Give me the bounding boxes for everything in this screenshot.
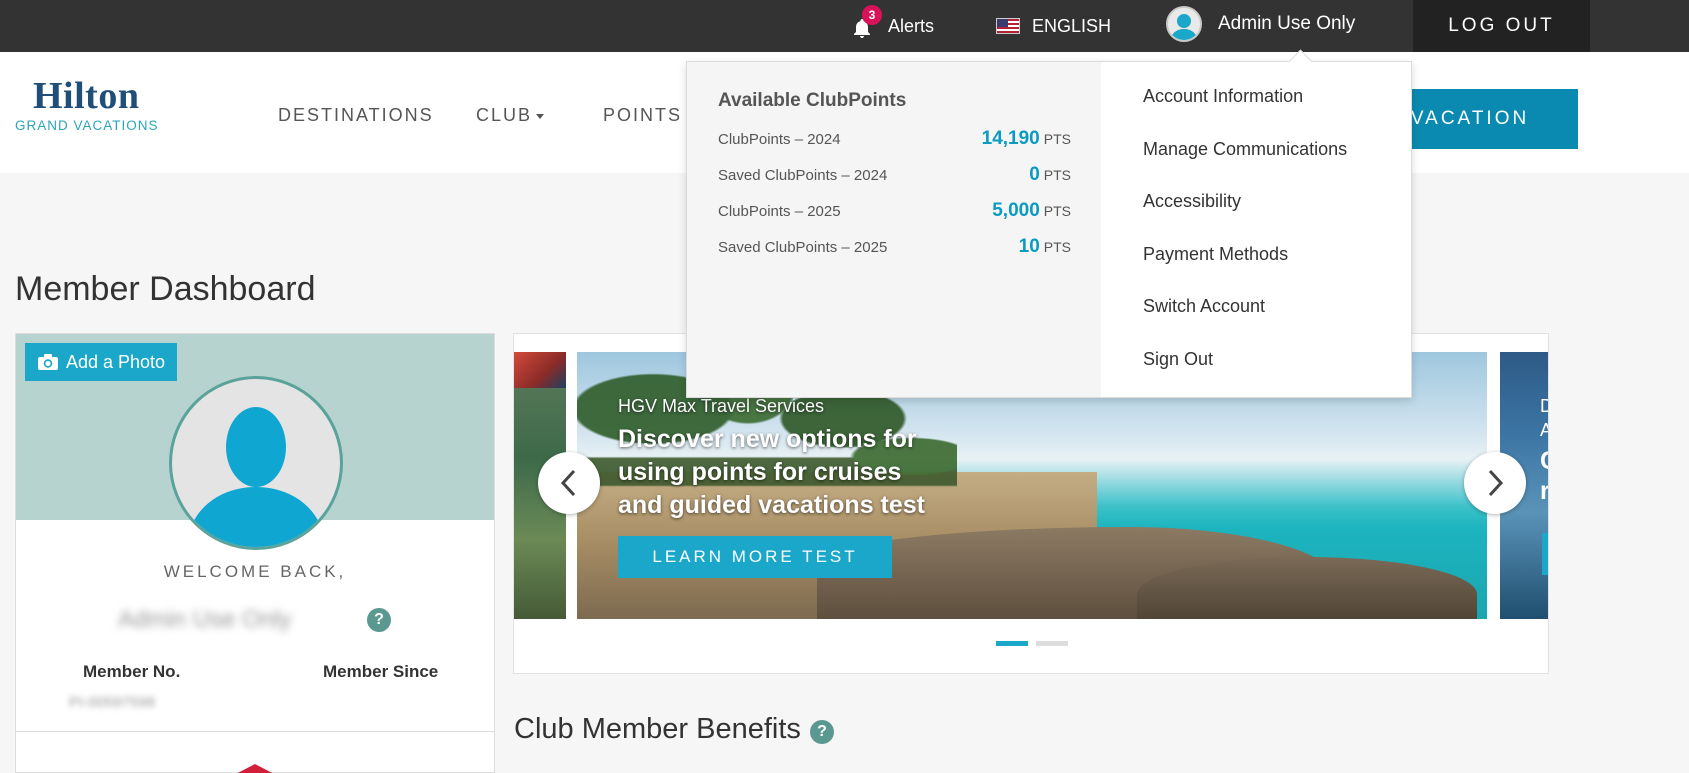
- chevron-right-icon: [1488, 469, 1504, 497]
- person-silhouette-icon: [186, 407, 326, 547]
- member-no-value: PI-00597598: [69, 694, 155, 711]
- learn-more-button[interactable]: LEARN MORE TEST: [618, 536, 892, 578]
- hilton-grand-vacations-logo[interactable]: Hilton GRAND VACATIONS: [15, 75, 159, 133]
- slide-text: HGV Max Travel Services Discover new opt…: [618, 396, 948, 522]
- points-row: Saved ClubPoints – 2024 0 PTS: [718, 164, 1071, 186]
- points-unit: PTS: [1043, 203, 1071, 219]
- user-avatar-icon: [1166, 6, 1202, 42]
- menu-manage-communications[interactable]: Manage Communications: [1143, 139, 1347, 160]
- menu-account-information[interactable]: Account Information: [1143, 86, 1303, 107]
- alerts-count-badge: 3: [862, 5, 882, 25]
- carousel-dot-1[interactable]: [996, 641, 1028, 646]
- points-row: ClubPoints – 2024 14,190 PTS: [718, 128, 1071, 150]
- points-unit: PTS: [1043, 167, 1071, 183]
- benefits-title-text: Club Member Benefits: [514, 713, 801, 745]
- menu-sign-out[interactable]: Sign Out: [1143, 349, 1213, 370]
- alerts-label: Alerts: [888, 15, 935, 36]
- carousel-dots: [996, 641, 1068, 646]
- page-title: Member Dashboard: [15, 270, 316, 308]
- logout-button[interactable]: LOG OUT: [1413, 0, 1590, 52]
- profile-card: Add a Photo WELCOME BACK, Admin Use Only…: [15, 333, 495, 773]
- member-no-label: Member No.: [83, 662, 181, 681]
- points-value: 14,190: [981, 128, 1040, 149]
- logo-main-text: Hilton: [33, 75, 140, 117]
- points-value: 0: [1029, 164, 1040, 185]
- points-unit: PTS: [1043, 239, 1071, 255]
- account-dropdown: Available ClubPoints ClubPoints – 2024 1…: [686, 61, 1412, 398]
- carousel-next-button[interactable]: [1464, 452, 1526, 514]
- points-value: 5,000: [992, 200, 1040, 221]
- nav-points[interactable]: POINTS I: [603, 105, 696, 126]
- us-flag-icon: [996, 18, 1020, 34]
- slide-kicker: HGV Max Travel Services: [618, 396, 825, 416]
- red-award-icon: [232, 764, 278, 773]
- member-since-label: Member Since: [323, 662, 439, 681]
- benefits-title: Club Member Benefits: [514, 713, 801, 746]
- nav-club-label: CLUB: [476, 105, 533, 125]
- help-icon[interactable]: ?: [367, 608, 391, 632]
- benefits-help-icon[interactable]: ?: [810, 720, 834, 744]
- menu-payment-methods[interactable]: Payment Methods: [1143, 244, 1288, 265]
- add-photo-label: Add a Photo: [65, 351, 166, 372]
- carousel-prev-button[interactable]: [538, 452, 600, 514]
- points-label: ClubPoints – 2024: [718, 131, 841, 148]
- add-photo-button[interactable]: Add a Photo: [25, 343, 177, 381]
- menu-switch-account[interactable]: Switch Account: [1143, 296, 1265, 317]
- next-slide-kicker: D A: [1540, 396, 1548, 440]
- top-utility-bar: 3 Alerts ENGLISH Admin Use Only LOG OUT: [0, 0, 1689, 52]
- chevron-down-icon: [536, 113, 545, 119]
- camera-icon: [37, 354, 58, 370]
- alerts-link[interactable]: 3 Alerts: [850, 5, 935, 42]
- carousel-dot-2[interactable]: [1036, 641, 1068, 646]
- language-selector[interactable]: ENGLISH: [996, 10, 1111, 42]
- profile-avatar[interactable]: [169, 376, 343, 550]
- points-label: ClubPoints – 2025: [718, 203, 841, 220]
- slide-headline: Discover new options for using points fo…: [618, 425, 926, 519]
- nav-club[interactable]: CLUB: [476, 105, 545, 126]
- points-row: Saved ClubPoints – 2025 10 PTS: [718, 236, 1071, 258]
- points-value: 10: [1018, 236, 1040, 257]
- card-divider: [16, 731, 494, 732]
- points-label: Saved ClubPoints – 2024: [718, 167, 888, 184]
- points-unit: PTS: [1043, 131, 1071, 147]
- nav-destinations[interactable]: DESTINATIONS: [278, 105, 434, 126]
- member-name: Admin Use Only: [118, 606, 292, 633]
- next-slide-headline: C r: [1540, 447, 1548, 505]
- clubpoints-panel: Available ClubPoints ClubPoints – 2024 1…: [687, 62, 1101, 397]
- user-menu-toggle[interactable]: Admin Use Only: [1166, 4, 1355, 44]
- language-label: ENGLISH: [1032, 15, 1112, 36]
- user-name: Admin Use Only: [1218, 13, 1356, 34]
- welcome-text: WELCOME BACK,: [163, 562, 347, 581]
- logo-sub-text: GRAND VACATIONS: [15, 118, 159, 133]
- menu-accessibility[interactable]: Accessibility: [1143, 191, 1241, 212]
- bell-icon: 3: [850, 5, 882, 39]
- points-row: ClubPoints – 2025 5,000 PTS: [718, 200, 1071, 222]
- chevron-left-icon: [560, 469, 576, 497]
- clubpoints-heading: Available ClubPoints: [718, 90, 907, 111]
- points-label: Saved ClubPoints – 2025: [718, 239, 888, 256]
